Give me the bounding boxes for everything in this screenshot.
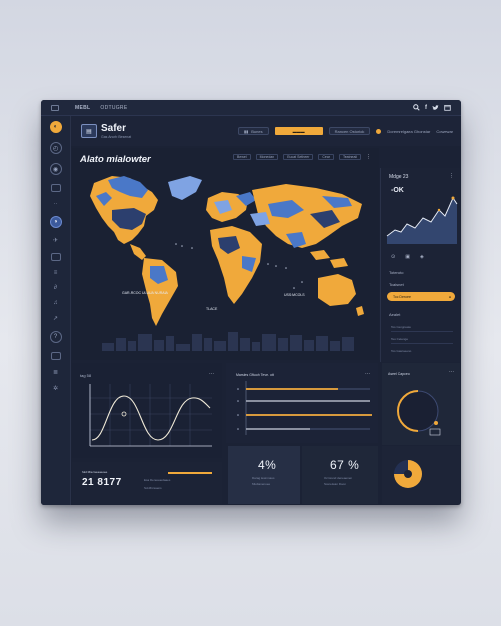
sidebar-item-stack[interactable]: ≣ [53,369,58,376]
stat-line-1a: Darag lewmnaus [252,476,275,480]
facebook-icon[interactable]: f [425,105,427,111]
header-action-button[interactable]: ▬▬▬ [274,127,323,135]
search-icon[interactable] [413,104,420,111]
donut-chart [394,460,422,488]
wave-panel: tag 58 ··· [72,363,222,458]
sidebar-item-power[interactable]: ◉ [49,163,62,175]
chart-ctrl-icon[interactable]: ⊙ [391,254,395,260]
topbar-tools: f [413,104,451,111]
settings-icon[interactable]: ✲ [53,385,58,392]
stat-card-1: 4% Darag lewmnaus Mtoltanenuee [228,446,300,504]
region-greenland [168,176,202,200]
gauge-panel: Aseel Capceo ··· [382,363,460,445]
world-map[interactable]: GAR-RCOC ULUUA NURAIA TLACE USS:MCOLS [72,148,379,360]
more-icon[interactable]: ⋮ [449,173,454,179]
chart-ctrl-icon[interactable]: ▣ [405,254,410,260]
metrics-row-1: Toteroto [389,270,404,275]
page-header: ▤ Safer Gas Ancrb Besenat ▮▮ Bunes ▬▬▬ Ra… [71,116,461,146]
sidebar: ◐ ◴ ◉ ·· ◑ ✈ ≡ ∂ ♫ ↗ ? ≣ ✲ [41,116,71,505]
stat-value-2: 67 % [330,458,360,472]
map-annotation-1: GAR-RCOC ULUUA NURAIA [122,291,169,295]
header-pill[interactable]: ▮▮ Bunes [237,127,269,135]
trend-chart [386,196,458,244]
metrics-section: Aealet [389,312,401,317]
donut-panel [382,446,460,504]
stat-value-1: 4% [258,458,277,472]
header-pill-label: Bunes [251,128,263,134]
sidebar-item-window[interactable] [50,184,61,192]
region-asia [252,184,362,248]
sidebar-avatar[interactable]: ◐ [49,121,62,133]
globe-icon: ◑ [53,219,58,225]
app-logo [51,104,59,111]
page-subtitle: Gas Ancrb Besenat [101,135,132,139]
status-dot [376,128,382,134]
sidebar-item-list[interactable]: ≡ [54,270,58,276]
metrics-title: Mdge 23 [389,174,409,180]
link-icon[interactable]: ∂ [54,285,57,291]
summary-bar [168,472,212,474]
metrics-row-2: Tcaisnet [389,282,404,287]
sidebar-item-help[interactable]: ? [49,331,62,343]
power-icon: ◉ [52,166,59,173]
metrics-item-3[interactable]: Tos Gasroeeno [391,349,453,353]
calendar-icon[interactable] [444,104,451,111]
metrics-button-label: Toc Deroee [393,294,411,299]
chart-ctrl-icon[interactable]: ◈ [420,254,424,260]
stat-line-2a: Ocmrend deneaenen [324,476,353,480]
brand-icon: ▤ [81,124,97,138]
more-icon[interactable]: ··· [209,371,214,377]
plane-icon[interactable]: ✈ [53,237,58,244]
sidebar-item-doc[interactable] [50,352,61,360]
region-australia [318,274,356,306]
summary-label: fold Mia Geaueoee [82,470,108,474]
region-central-america [130,244,146,260]
summary-panel: fold Mia Geaueoee 21 8177 Esa Deneauedaa… [72,462,222,504]
header-right-label[interactable]: Doremrelgaea Ghonstar [387,129,430,134]
bars-panel: Marsles Gftuoh Teve. ott ··· [226,363,378,443]
progress-bars [237,381,372,435]
arrow-icon[interactable]: ↗ [53,315,58,322]
twitter-icon[interactable] [432,104,439,111]
sidebar-item-clock[interactable]: ◴ [49,142,62,154]
chevron-right-icon: ● [448,294,451,299]
more-icon[interactable]: ··· [449,369,454,375]
metrics-button[interactable]: Toc Deroee ● [387,292,455,301]
gauge-title: Aseel Capceo [388,372,410,376]
page-title: Safer [101,123,127,134]
metrics-item-1[interactable]: Tos Cengnuaw [391,325,453,332]
gauge-chart [397,390,441,436]
map-histogram [102,332,354,351]
map-annotation-2: TLACE [206,307,218,311]
map-panel: Alato mialowter Bewel Monedan Eucat Seth… [72,148,379,360]
wave-chart [89,384,212,447]
stat-line-1b: Mtoltanenuee [252,482,271,486]
summary-line-1: Esa Deneauedaaes [144,478,171,482]
grid-icon: ▮▮ [243,128,249,134]
summary-value: 21 8177 [82,477,122,488]
help-icon: ? [53,334,58,340]
user-icon: ◐ [53,124,58,130]
clock-icon: ◴ [52,145,59,152]
map-annotation-3: USS:MCOLS [284,293,305,297]
bell-icon[interactable]: ♫ [53,300,58,306]
sidebar-item-globe[interactable]: ◑ [49,216,62,228]
stat-line-2b: Scereiwan Doon [324,482,347,486]
header-tools: ▮▮ Bunes ▬▬▬ Rancen Ostoriok Doremrelgaea… [237,127,453,135]
summary-line-2: Sd-Mrcsaens [144,486,162,490]
stat-card-2: 67 % Ocmrend deneaenen Scereiwan Doon [302,446,378,504]
metrics-panel: Mdge 23 ⋮ -OK ⊙ ▣ ◈ Toteroto Tcaisnet To… [380,168,460,362]
header-right-label-2[interactable]: Cowewar [436,129,453,134]
metrics-item-2[interactable]: Teu Cetenge [391,337,453,344]
nav-item-secondary[interactable]: ODTUGRE [100,105,127,111]
sidebar-item-grid[interactable] [50,253,61,261]
top-bar: MEBL ODTUGRE f [41,100,461,116]
header-filter[interactable]: Rancen Ostoriok [328,127,371,135]
nav-item-primary[interactable]: MEBL [75,105,90,111]
sidebar-item-dots[interactable]: ·· [54,201,58,207]
